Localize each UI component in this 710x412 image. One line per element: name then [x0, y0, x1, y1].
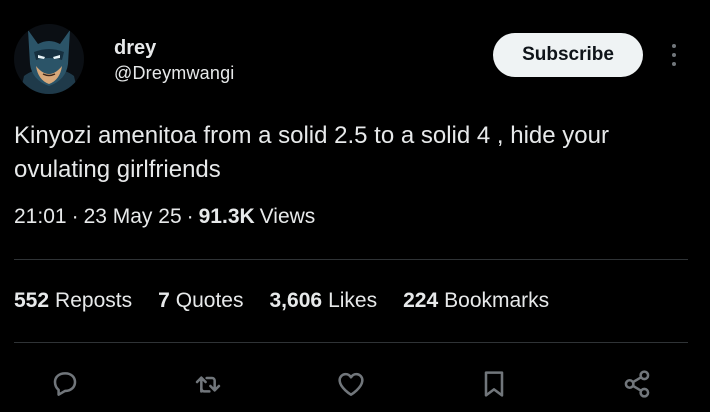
meta-separator: ·: [186, 205, 194, 228]
like-button[interactable]: [331, 364, 371, 404]
reply-button[interactable]: [45, 364, 85, 404]
post-text: Kinyozi amenitoa from a solid 2.5 to a s…: [14, 122, 609, 183]
quotes-label: Quotes: [175, 289, 244, 312]
likes-label: Likes: [328, 289, 378, 312]
bookmarks-label: Bookmarks: [444, 289, 550, 312]
more-dot: [672, 44, 676, 48]
likes-count: 3,606: [269, 289, 323, 312]
bookmarks-count: 224: [403, 289, 439, 312]
views-label: Views: [259, 205, 316, 228]
repost-icon: [195, 376, 221, 393]
action-bar: [0, 364, 710, 412]
post-time[interactable]: 21:01: [14, 205, 67, 229]
divider: [14, 259, 688, 260]
heart-icon: [338, 372, 364, 396]
engagement-stats: 552 Reposts 7 Quotes 3,606 Likes 224 Boo…: [14, 289, 575, 313]
more-options-icon[interactable]: [662, 40, 686, 70]
reply-icon: [53, 372, 77, 396]
bookmark-button[interactable]: [474, 364, 514, 404]
divider: [14, 342, 688, 343]
subscribe-button[interactable]: Subscribe: [493, 33, 643, 77]
reposts-stat[interactable]: 552 Reposts: [14, 289, 132, 313]
post-meta: 21:01 · 23 May 25 · 91.3K Views: [14, 205, 315, 229]
bookmarks-stat[interactable]: 224 Bookmarks: [403, 289, 549, 313]
likes-stat[interactable]: 3,606 Likes: [270, 289, 378, 313]
quotes-stat[interactable]: 7 Quotes: [158, 289, 243, 313]
author-display-name[interactable]: drey: [114, 37, 156, 60]
author-handle[interactable]: @Dreymwangi: [114, 63, 235, 84]
share-button[interactable]: [617, 364, 657, 404]
post-card: drey @Dreymwangi Subscribe Kinyozi ameni…: [0, 0, 710, 412]
reposts-count: 552: [14, 289, 50, 312]
batman-avatar-image: [14, 24, 84, 94]
post-date[interactable]: 23 May 25: [84, 205, 182, 229]
avatar[interactable]: [14, 24, 84, 94]
bookmark-icon: [484, 371, 504, 397]
reposts-label: Reposts: [55, 289, 133, 312]
quotes-count: 7: [158, 289, 170, 312]
share-icon: [624, 370, 650, 398]
repost-button[interactable]: [188, 364, 228, 404]
more-dot: [672, 62, 676, 66]
meta-separator: ·: [71, 205, 79, 228]
more-dot: [672, 53, 676, 57]
views-count: 91.3K: [198, 205, 255, 228]
